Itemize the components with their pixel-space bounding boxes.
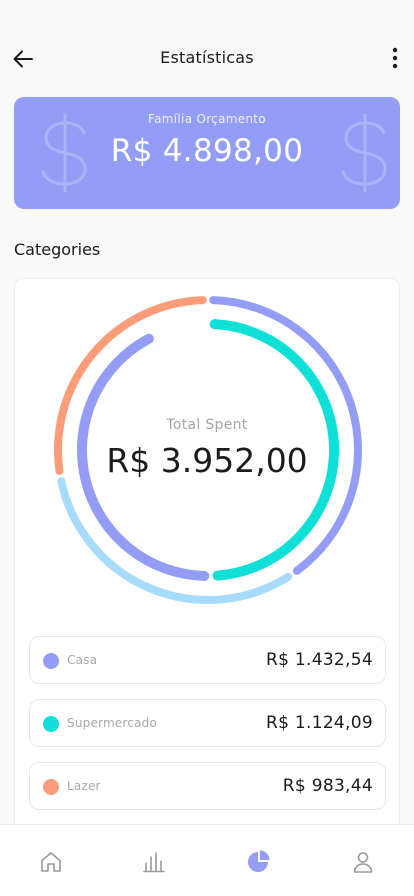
nav-statistics[interactable] — [141, 849, 167, 875]
category-color-dot — [43, 779, 59, 795]
nav-pie-chart[interactable] — [246, 849, 272, 875]
category-value: R$ 1.432,54 — [265, 650, 373, 670]
total-spent-label: Total Spent — [166, 417, 248, 433]
category-color-dot — [43, 653, 59, 669]
bar-chart-icon — [143, 852, 165, 873]
more-vertical-icon — [392, 47, 398, 69]
section-title: Categories — [14, 240, 101, 259]
category-name: Supermercado — [67, 716, 157, 730]
user-icon — [353, 852, 373, 873]
categories-card: Total Spent R$ 3.952,00 Casa R$ 1.432,54… — [14, 278, 400, 838]
more-options-button[interactable] — [382, 44, 408, 72]
nav-home[interactable] — [38, 849, 64, 875]
category-name: Lazer — [67, 779, 101, 793]
category-name: Casa — [67, 653, 98, 667]
app-header: Estatísticas — [0, 36, 414, 80]
category-item-casa[interactable]: Casa R$ 1.432,54 — [29, 636, 386, 684]
budget-amount: R$ 4.898,00 — [110, 133, 304, 169]
category-color-dot — [43, 716, 59, 732]
category-item-lazer[interactable]: Lazer R$ 983,44 — [29, 762, 386, 810]
page-title: Estatísticas — [160, 48, 254, 67]
nav-profile[interactable] — [350, 849, 376, 875]
category-value: R$ 983,44 — [282, 776, 373, 796]
category-value: R$ 1.124,09 — [265, 713, 373, 733]
bottom-navigation — [0, 824, 414, 896]
category-item-supermercado[interactable]: Supermercado R$ 1.124,09 — [29, 699, 386, 747]
budget-card[interactable]: Família Orçamento R$ 4.898,00 — [14, 97, 400, 209]
home-icon — [41, 852, 61, 872]
total-spent-amount: R$ 3.952,00 — [106, 441, 308, 480]
budget-label: Família Orçamento — [148, 112, 266, 126]
pie-chart-icon — [248, 850, 270, 872]
